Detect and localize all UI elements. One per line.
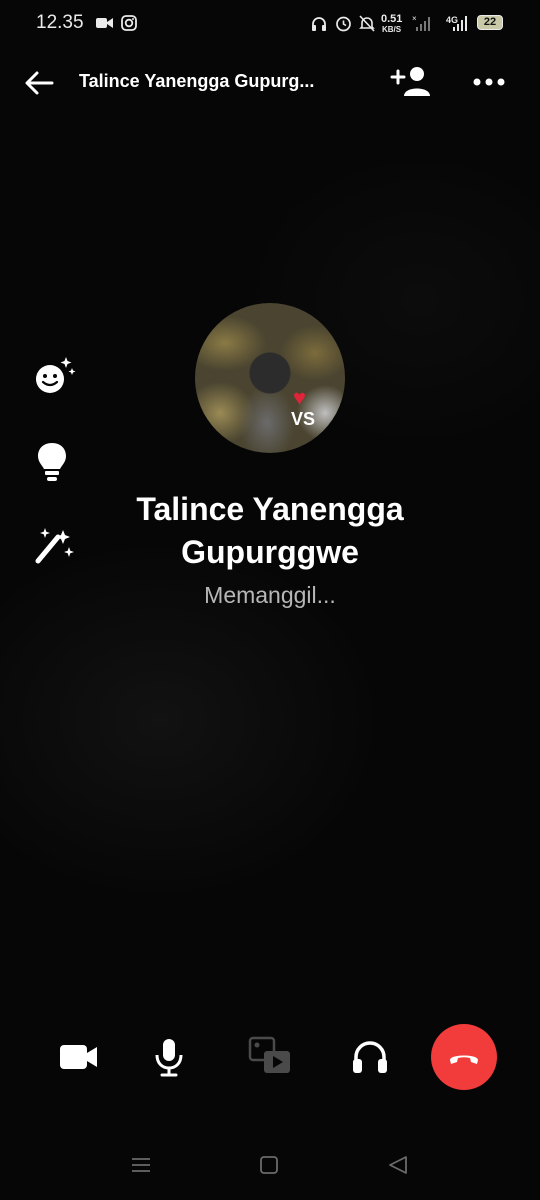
headphones-icon (312, 17, 326, 31)
heart-icon: ♥ (293, 385, 307, 410)
instagram-icon (121, 15, 137, 31)
battery-icon: 22 (477, 15, 503, 30)
signal-icon (453, 16, 467, 31)
status-bar: 12.35 0.51 KB/S × 4G 22 (0, 0, 540, 48)
svg-text:×: × (412, 14, 417, 23)
page-title: Talince Yanengga Gupurg... (79, 71, 315, 91)
caller-name-line2: Gupurggwe (181, 534, 359, 570)
microphone-icon[interactable] (143, 1031, 195, 1083)
add-person-icon[interactable] (390, 64, 432, 100)
audio-output-icon[interactable] (344, 1031, 396, 1083)
avatar-overlay-text: VS (291, 409, 316, 429)
network-speed-value: 0.51 (381, 13, 403, 25)
caller-name-line1: Talince Yanengga (136, 491, 404, 527)
avatar: ♥ VS (195, 303, 345, 453)
call-header: Talince Yanengga Gupurg... (0, 52, 540, 112)
caller-name: Talince Yanengga Gupurggwe (70, 488, 470, 574)
more-options-icon[interactable] (470, 70, 508, 94)
network-speed-unit: KB/S (382, 25, 402, 34)
video-camera-icon (96, 18, 113, 28)
recent-apps-icon[interactable] (128, 1152, 154, 1178)
effects-icon[interactable] (33, 355, 77, 399)
alarm-icon (336, 16, 351, 32)
mute-icon (359, 15, 375, 32)
back-arrow-icon[interactable] (22, 66, 56, 100)
status-time: 12.35 (36, 12, 84, 33)
call-status: Memanggil... (204, 582, 336, 608)
end-call-button[interactable] (431, 1024, 497, 1090)
signal-icon: × (412, 14, 430, 31)
video-icon[interactable] (57, 1031, 109, 1083)
end-call-icon (450, 1055, 478, 1064)
back-nav-icon[interactable] (385, 1152, 411, 1178)
share-media-icon[interactable] (244, 1031, 296, 1083)
lightbulb-icon[interactable] (33, 440, 77, 484)
home-icon[interactable] (256, 1152, 282, 1178)
